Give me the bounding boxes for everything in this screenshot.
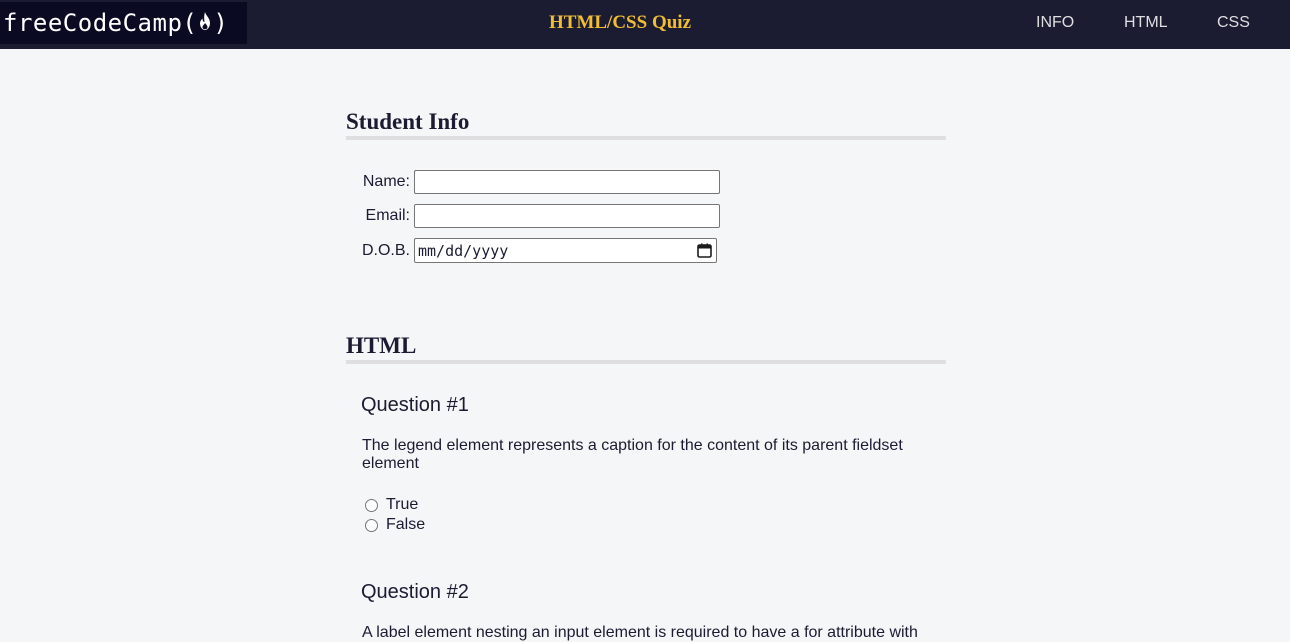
name-label: Name:: [362, 173, 410, 190]
nav-link-info[interactable]: INFO: [1036, 14, 1074, 32]
logo-text: freeCodeCamp(: [3, 9, 198, 37]
option-label: False: [386, 516, 426, 533]
dob-placeholder: mm/dd/yyyy: [418, 241, 509, 260]
section-divider: [346, 360, 946, 364]
email-label: Email:: [365, 207, 410, 224]
question-2-text: A label element nesting an input element…: [362, 624, 918, 641]
question-1-option-false[interactable]: False: [364, 516, 425, 534]
logo-text-end: ): [213, 9, 229, 37]
dob-label: D.O.B.: [361, 242, 410, 259]
option-label: True: [386, 496, 419, 513]
question-1-option-true[interactable]: True: [364, 496, 418, 514]
flame-icon: [198, 9, 212, 37]
radio-button[interactable]: [365, 498, 378, 512]
html-section-heading: HTML: [346, 333, 417, 358]
question-1-title: Question #1: [361, 394, 469, 416]
question-2-title: Question #2: [361, 581, 469, 603]
calendar-icon[interactable]: [697, 243, 712, 262]
top-navbar: freeCodeCamp( ) HTML/CSS Quiz INFO HTML …: [0, 0, 1290, 49]
nav-link-css[interactable]: CSS: [1217, 14, 1250, 32]
page-title: HTML/CSS Quiz: [549, 12, 691, 33]
student-info-heading: Student Info: [346, 109, 470, 134]
section-divider: [346, 136, 946, 140]
email-input[interactable]: [414, 204, 720, 228]
question-1-text: The legend element represents a caption …: [362, 437, 903, 472]
freecodecamp-logo[interactable]: freeCodeCamp( ): [0, 2, 247, 44]
name-input[interactable]: [414, 170, 720, 194]
nav-link-html[interactable]: HTML: [1124, 14, 1168, 32]
radio-button[interactable]: [365, 518, 378, 532]
dob-date-input[interactable]: mm/dd/yyyy: [414, 238, 717, 263]
